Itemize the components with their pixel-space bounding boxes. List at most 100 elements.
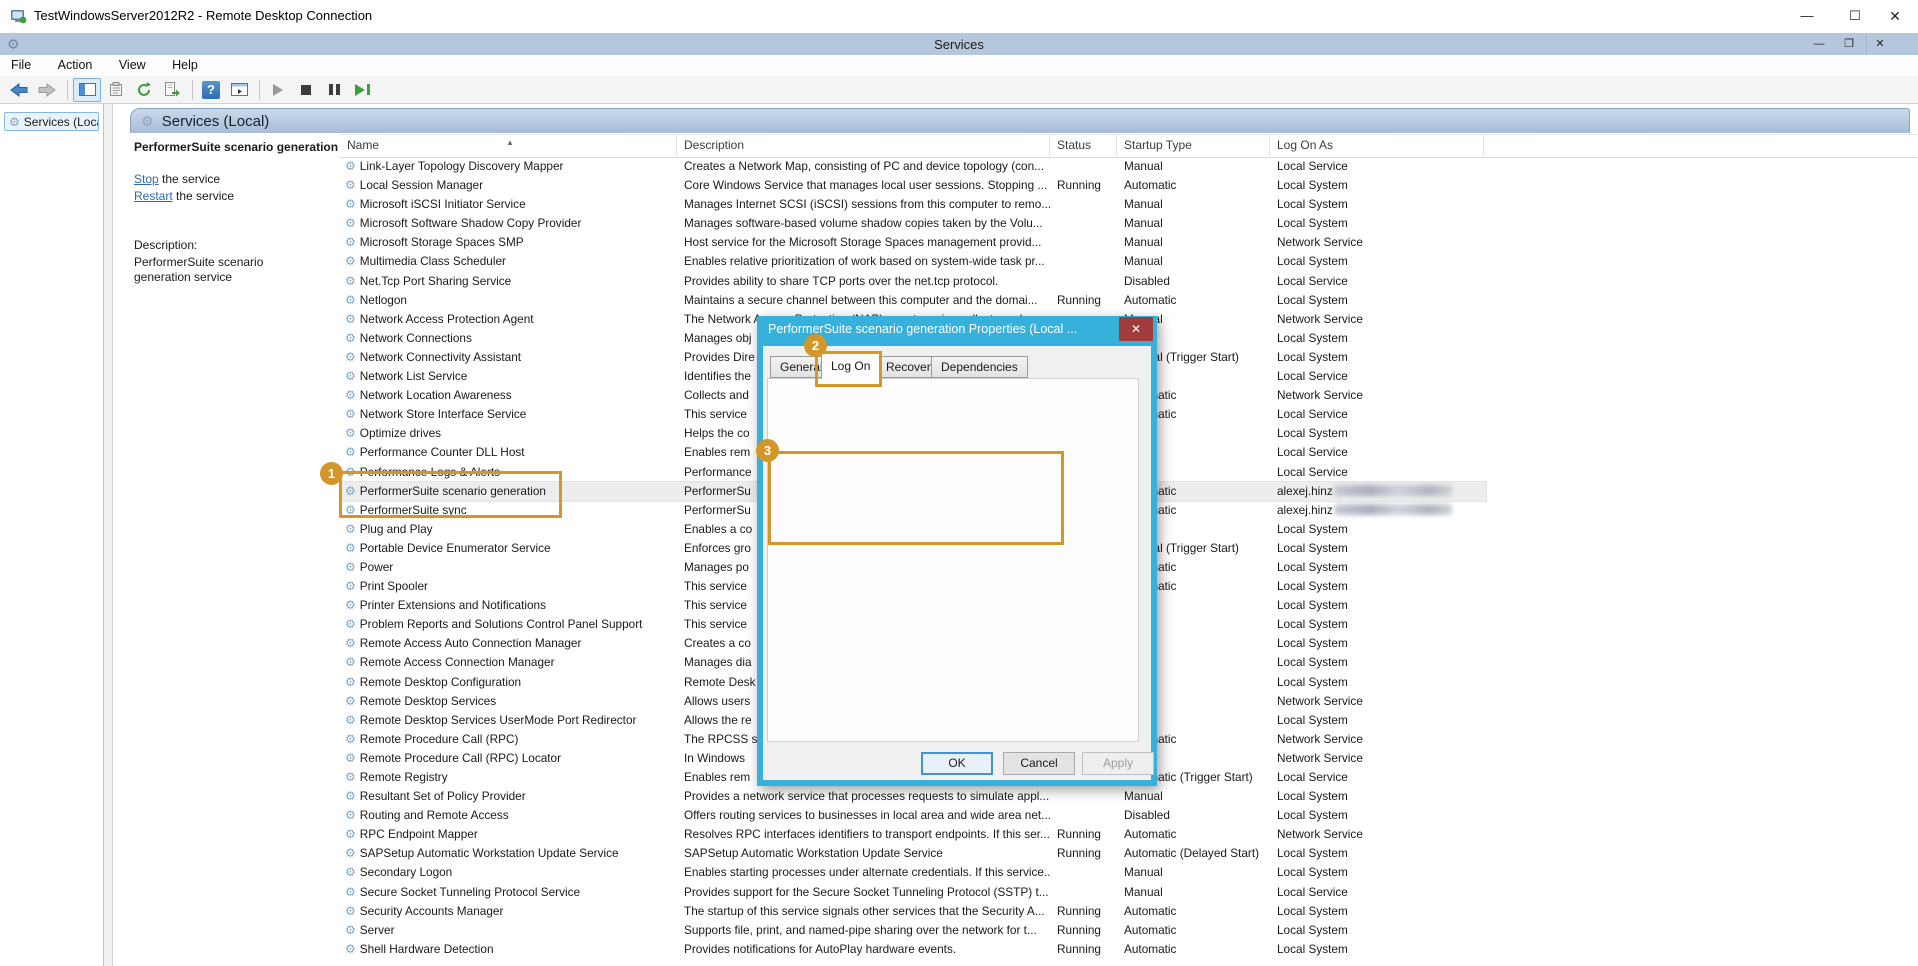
service-name-cell: ⚙Remote Access Auto Connection Manager	[340, 634, 677, 653]
table-row[interactable]: ⚙Shell Hardware DetectionProvides notifi…	[340, 940, 1486, 959]
menu-view[interactable]: View	[108, 55, 157, 75]
stop-service-icon[interactable]	[293, 79, 319, 101]
services-close-button[interactable]: ✕	[1866, 36, 1893, 53]
table-row[interactable]: ⚙Secondary LogonEnables starting process…	[340, 863, 1486, 882]
service-status-cell	[1050, 252, 1117, 271]
column-header-startup-type[interactable]: Startup Type	[1117, 135, 1270, 157]
refresh-icon[interactable]	[131, 79, 157, 101]
annotation-marker-1: 1	[320, 462, 343, 485]
column-header-name[interactable]: Name▲	[340, 135, 677, 157]
service-name-cell: ⚙Network Store Interface Service	[340, 405, 677, 424]
help-icon[interactable]: ?	[198, 79, 224, 101]
service-name-cell: ⚙Remote Desktop Services UserMode Port R…	[340, 711, 677, 730]
service-name: Print Spooler	[360, 579, 428, 593]
service-logon-cell: Local System	[1270, 921, 1484, 940]
toolbar-separator	[192, 80, 193, 100]
service-status-cell: Running	[1050, 940, 1117, 959]
table-row[interactable]: ⚙Microsoft iSCSI Initiator ServiceManage…	[340, 195, 1486, 214]
start-service-icon[interactable]	[265, 79, 291, 101]
table-row[interactable]: ⚙SAPSetup Automatic Workstation Update S…	[340, 844, 1486, 863]
ok-button[interactable]: OK	[921, 752, 993, 775]
export-list-icon[interactable]	[159, 79, 185, 101]
service-icon: ⚙	[345, 350, 356, 364]
table-row[interactable]: ⚙Local Session ManagerCore Windows Servi…	[340, 176, 1486, 195]
stop-service-text: the service	[159, 172, 220, 186]
column-header-description[interactable]: Description	[677, 135, 1050, 157]
table-row[interactable]: ⚙RPC Endpoint MapperResolves RPC interfa…	[340, 825, 1486, 844]
menu-file[interactable]: File	[0, 55, 42, 75]
log-on-as-value: Local System	[1277, 846, 1348, 860]
rdp-minimize-button[interactable]: —	[1784, 0, 1830, 32]
service-startup-cell: Manual	[1117, 883, 1270, 902]
service-logon-cell: Network Service	[1270, 310, 1484, 329]
service-icon: ⚙	[345, 254, 356, 268]
service-startup-cell: Disabled	[1117, 806, 1270, 825]
tab-dependencies[interactable]: Dependencies	[931, 356, 1028, 378]
service-logon-cell: Local System	[1270, 711, 1484, 730]
service-name-cell: ⚙Remote Registry	[340, 768, 677, 787]
column-header-status[interactable]: Status	[1050, 135, 1117, 157]
table-row[interactable]: ⚙ServerSupports file, print, and named-p…	[340, 921, 1486, 940]
pane-splitter[interactable]	[104, 104, 113, 966]
service-icon: ⚙	[345, 598, 356, 612]
back-icon[interactable]	[6, 79, 32, 101]
table-row[interactable]: ⚙Multimedia Class SchedulerEnables relat…	[340, 252, 1486, 271]
service-name: Remote Registry	[360, 770, 448, 784]
service-name-cell: ⚙Network Location Awareness	[340, 386, 677, 405]
services-restore-button[interactable]: ❐	[1836, 36, 1862, 53]
service-description-cell: Creates a Network Map, consisting of PC …	[677, 157, 1050, 176]
cancel-button[interactable]: Cancel	[1003, 752, 1075, 775]
description-text: PerformerSuite scenario generation servi…	[134, 255, 319, 285]
pause-service-icon[interactable]	[321, 79, 347, 101]
service-logon-cell: Local System	[1270, 634, 1484, 653]
table-row[interactable]: ⚙NetlogonMaintains a secure channel betw…	[340, 291, 1486, 310]
service-name: Performance Counter DLL Host	[360, 445, 525, 459]
table-row[interactable]: ⚙Resultant Set of Policy ProviderProvide…	[340, 787, 1486, 806]
stop-service-line: Stop the service	[134, 172, 220, 186]
service-startup-cell: Manual	[1117, 214, 1270, 233]
table-row[interactable]: ⚙Net.Tcp Port Sharing ServiceProvides ab…	[340, 272, 1486, 291]
service-name: Server	[360, 923, 395, 937]
restart-service-icon[interactable]	[349, 79, 375, 101]
table-row[interactable]: ⚙Microsoft Software Shadow Copy Provider…	[340, 214, 1486, 233]
console-tree-toggle-icon[interactable]	[73, 78, 101, 102]
stop-service-link[interactable]: Stop	[134, 172, 159, 186]
properties-icon[interactable]	[103, 79, 129, 101]
dialog-close-icon[interactable]: ✕	[1119, 317, 1153, 341]
service-name: Network List Service	[360, 369, 468, 383]
service-name-cell: ⚙Portable Device Enumerator Service	[340, 539, 677, 558]
show-action-pane-icon[interactable]	[226, 79, 252, 101]
table-row[interactable]: ⚙Routing and Remote AccessOffers routing…	[340, 806, 1486, 825]
table-row[interactable]: ⚙Microsoft Storage Spaces SMPHost servic…	[340, 233, 1486, 252]
service-icon: ⚙	[345, 331, 356, 345]
tree-item-services-local[interactable]: ⚙Services (Local)	[4, 112, 99, 131]
service-status-cell	[1050, 157, 1117, 176]
service-logon-cell: Local System	[1270, 844, 1484, 863]
table-row[interactable]: ⚙Secure Socket Tunneling Protocol Servic…	[340, 883, 1486, 902]
restart-service-link[interactable]: Restart	[134, 189, 173, 203]
services-minimize-button[interactable]: —	[1806, 36, 1832, 53]
forward-icon[interactable]	[34, 79, 60, 101]
service-icon: ⚙	[345, 694, 356, 708]
service-description-cell: Provides ability to share TCP ports over…	[677, 272, 1050, 291]
service-icon: ⚙	[345, 751, 356, 765]
table-header-row: Name▲ Description Status Startup Type Lo…	[340, 134, 1918, 158]
service-icon: ⚙	[345, 312, 356, 326]
rdp-close-button[interactable]: ✕	[1872, 0, 1918, 32]
service-logon-cell: Local System	[1270, 615, 1484, 634]
table-row[interactable]: ⚙Link-Layer Topology Discovery MapperCre…	[340, 157, 1486, 176]
annotation-box-2	[815, 351, 882, 387]
menu-action[interactable]: Action	[47, 55, 104, 75]
log-on-as-value: Local System	[1277, 293, 1348, 307]
apply-button[interactable]: Apply	[1082, 752, 1154, 775]
table-row[interactable]: ⚙Security Accounts ManagerThe startup of…	[340, 902, 1486, 921]
column-header-log-on-as[interactable]: Log On As	[1270, 135, 1484, 157]
service-logon-cell: Local System	[1270, 596, 1484, 615]
menu-help[interactable]: Help	[161, 55, 209, 75]
service-description-cell: Maintains a secure channel between this …	[677, 291, 1050, 310]
log-on-as-value: Network Service	[1277, 388, 1363, 402]
service-logon-cell: Local Service	[1270, 272, 1484, 291]
service-icon: ⚙	[345, 178, 356, 192]
service-name-cell: ⚙Security Accounts Manager	[340, 902, 677, 921]
service-icon: ⚙	[345, 655, 356, 669]
